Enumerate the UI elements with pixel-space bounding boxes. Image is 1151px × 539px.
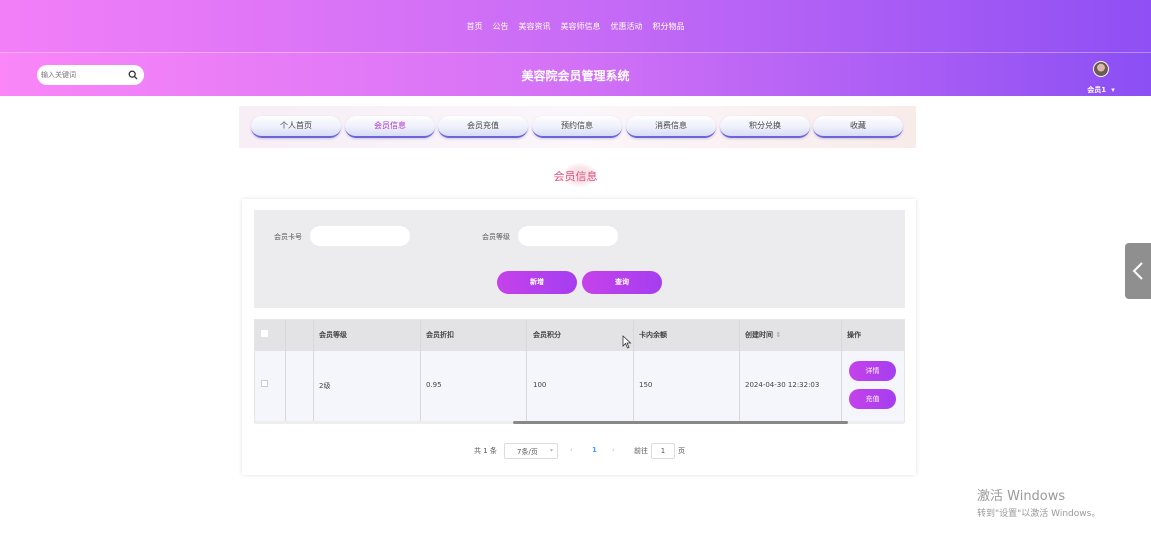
- table-row: 2级 0.95 100 150 2024-04-30 12:32:03 详情 充…: [255, 351, 904, 421]
- nav-promotions[interactable]: 优惠活动: [611, 21, 643, 32]
- header-level: 会员等级: [319, 331, 347, 339]
- member-level-input[interactable]: [518, 226, 618, 246]
- page-size-select[interactable]: 7条/页 ▾: [504, 443, 558, 459]
- header-created[interactable]: 创建时间 ⇕: [745, 330, 781, 340]
- cell-balance: 150: [639, 381, 653, 389]
- tab-favorites[interactable]: 收藏: [813, 116, 903, 138]
- table-header: 会员等级 会员折扣 会员积分 卡内余额 创建时间 ⇕ 操作: [255, 320, 904, 351]
- cell-points: 100: [533, 381, 547, 389]
- search-icon[interactable]: [128, 70, 138, 80]
- chevron-down-icon[interactable]: ▾: [1111, 86, 1115, 94]
- cell-created: 2024-04-30 12:32:03: [745, 381, 820, 389]
- page-size-value: 7条/页: [517, 448, 538, 456]
- watermark-line1: 激活 Windows: [977, 489, 1066, 504]
- section-title: 会员信息: [553, 170, 598, 183]
- prev-page-icon[interactable]: ‹: [570, 446, 573, 454]
- column-divider: [420, 320, 421, 421]
- nav-points-items[interactable]: 积分物品: [653, 21, 685, 32]
- column-divider: [313, 320, 314, 421]
- nav-beauty-news[interactable]: 美容资讯: [519, 21, 551, 32]
- cursor-icon: [622, 335, 632, 349]
- goto-label: 前往: [634, 447, 648, 455]
- column-divider: [526, 320, 527, 421]
- nav-beautician-info[interactable]: 美容师信息: [561, 21, 601, 32]
- card-number-label: 会员卡号: [274, 233, 302, 241]
- scrollbar-thumb[interactable]: [513, 421, 848, 424]
- cell-discount: 0.95: [426, 381, 442, 389]
- tab-consumption[interactable]: 消费信息: [626, 116, 716, 138]
- search-box: [37, 65, 144, 85]
- top-nav: 首页 公告 美容资讯 美容师信息 优惠活动 积分物品: [0, 0, 1151, 52]
- tab-member-info[interactable]: 会员信息: [345, 116, 435, 138]
- query-button[interactable]: 查询: [582, 271, 662, 294]
- total-count: 共 1 条: [474, 447, 497, 455]
- search-input[interactable]: [41, 68, 126, 82]
- nav-announcement[interactable]: 公告: [493, 21, 509, 32]
- header-bar: 美容院会员管理系统 会员1 ▾: [0, 52, 1151, 96]
- add-button[interactable]: 新增: [497, 271, 577, 294]
- user-menu[interactable]: 会员1 ▾: [1081, 61, 1121, 94]
- tab-appointments[interactable]: 预约信息: [532, 116, 622, 138]
- header-points: 会员积分: [533, 331, 561, 339]
- tab-member-recharge[interactable]: 会员充值: [438, 116, 528, 138]
- goto-page-input[interactable]: 1: [651, 443, 675, 459]
- page-suffix: 页: [678, 447, 685, 455]
- chevron-down-icon: ▾: [549, 447, 553, 454]
- member-level-label: 会员等级: [482, 233, 510, 241]
- watermark-line2: 转到"设置"以激活 Windows。: [977, 509, 1101, 519]
- member-table: 会员等级 会员折扣 会员积分 卡内余额 创建时间 ⇕ 操作 2级 0.95 10…: [254, 319, 905, 424]
- detail-button[interactable]: 详情: [849, 361, 896, 381]
- cell-level: 2级: [319, 382, 331, 390]
- sort-icon[interactable]: ⇕: [775, 331, 781, 339]
- column-divider: [633, 320, 634, 421]
- header-actions: 操作: [847, 331, 861, 339]
- header-discount: 会员折扣: [426, 331, 454, 339]
- site-title: 美容院会员管理系统: [521, 69, 630, 83]
- filter-area: 会员卡号 会员等级 新增 查询: [254, 210, 905, 308]
- tab-personal-home[interactable]: 个人首页: [251, 116, 341, 138]
- windows-activation-watermark: 激活 Windows 转到"设置"以激活 Windows。: [977, 485, 1100, 519]
- page-number[interactable]: 1: [592, 446, 597, 454]
- next-page-icon[interactable]: ›: [612, 446, 615, 454]
- nav-home[interactable]: 首页: [467, 21, 483, 32]
- member-tabs: 个人首页 会员信息 会员充值 预约信息 消费信息 积分兑换 收藏: [239, 106, 916, 148]
- header-created-label: 创建时间: [745, 331, 773, 339]
- column-divider: [841, 320, 842, 421]
- row-checkbox[interactable]: [261, 380, 268, 387]
- column-divider: [285, 320, 286, 421]
- horizontal-scrollbar[interactable]: [255, 421, 904, 424]
- avatar[interactable]: [1093, 61, 1109, 77]
- select-all-checkbox[interactable]: [261, 330, 268, 337]
- card-number-input[interactable]: [310, 226, 410, 246]
- tab-points-exchange[interactable]: 积分兑换: [720, 116, 810, 138]
- column-divider: [739, 320, 740, 421]
- side-panel-toggle[interactable]: [1125, 243, 1151, 299]
- chevron-left-icon: [1132, 262, 1143, 280]
- user-name[interactable]: 会员1: [1087, 86, 1106, 94]
- member-info-panel: 会员卡号 会员等级 新增 查询 会员等级 会员折扣 会员积分 卡内余额 创建时间…: [242, 199, 916, 475]
- recharge-button[interactable]: 充值: [849, 389, 896, 409]
- header-balance: 卡内余额: [639, 331, 667, 339]
